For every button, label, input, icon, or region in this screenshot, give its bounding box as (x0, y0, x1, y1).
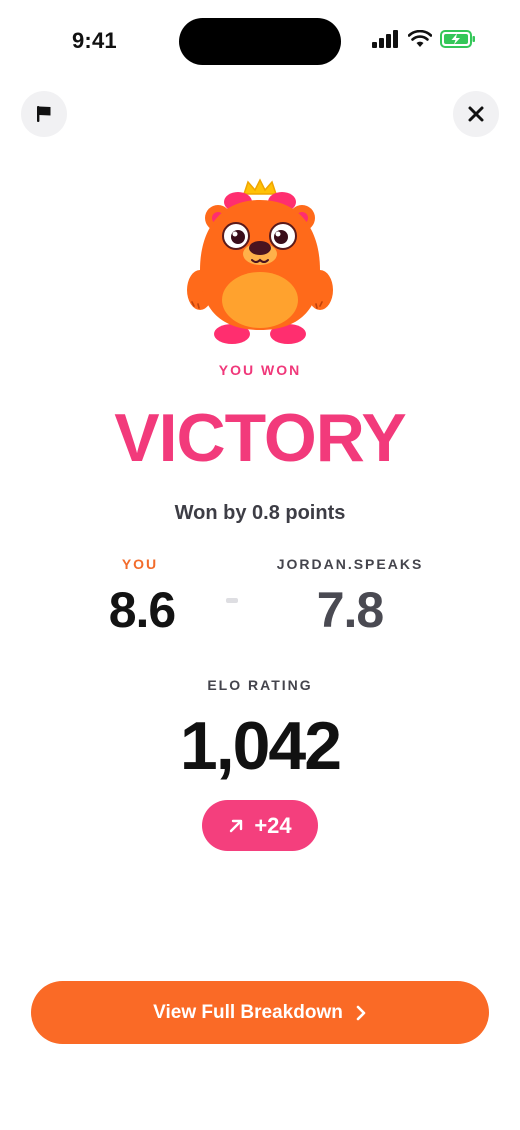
opponent-score-label: JORDAN.SPEAKS (276, 556, 424, 572)
status-bar: 9:41 (0, 0, 520, 86)
mascot-illustration (187, 178, 333, 344)
you-score-value: 8.6 (108, 582, 177, 638)
cta-label: View Full Breakdown (153, 1001, 343, 1023)
status-time: 9:41 (72, 28, 117, 53)
score-separator (226, 598, 238, 603)
flag-icon (37, 106, 51, 122)
elo-change-badge: +24 (202, 800, 318, 851)
close-icon (468, 106, 484, 122)
elo-label: ELO RATING (207, 677, 313, 693)
arrow-up-right-icon (230, 819, 243, 832)
cellular-signal-icon (372, 30, 398, 48)
you-score-label: YOU (121, 556, 159, 572)
close-button[interactable] (453, 91, 499, 137)
dynamic-island (179, 18, 341, 65)
result-eyebrow: YOU WON (218, 362, 302, 378)
result-headline: VICTORY (114, 400, 407, 476)
wifi-icon (408, 30, 432, 47)
report-flag-button[interactable] (21, 91, 67, 137)
win-margin-text: Won by 0.8 points (174, 502, 346, 524)
view-full-breakdown-button[interactable]: View Full Breakdown (31, 981, 489, 1044)
battery-charging-icon (440, 30, 475, 48)
elo-change-value: +24 (254, 812, 292, 838)
status-icons (372, 30, 476, 48)
chevron-right-icon (356, 1005, 366, 1020)
opponent-score-value: 7.8 (316, 582, 385, 638)
elo-value: 1,042 (179, 708, 342, 784)
